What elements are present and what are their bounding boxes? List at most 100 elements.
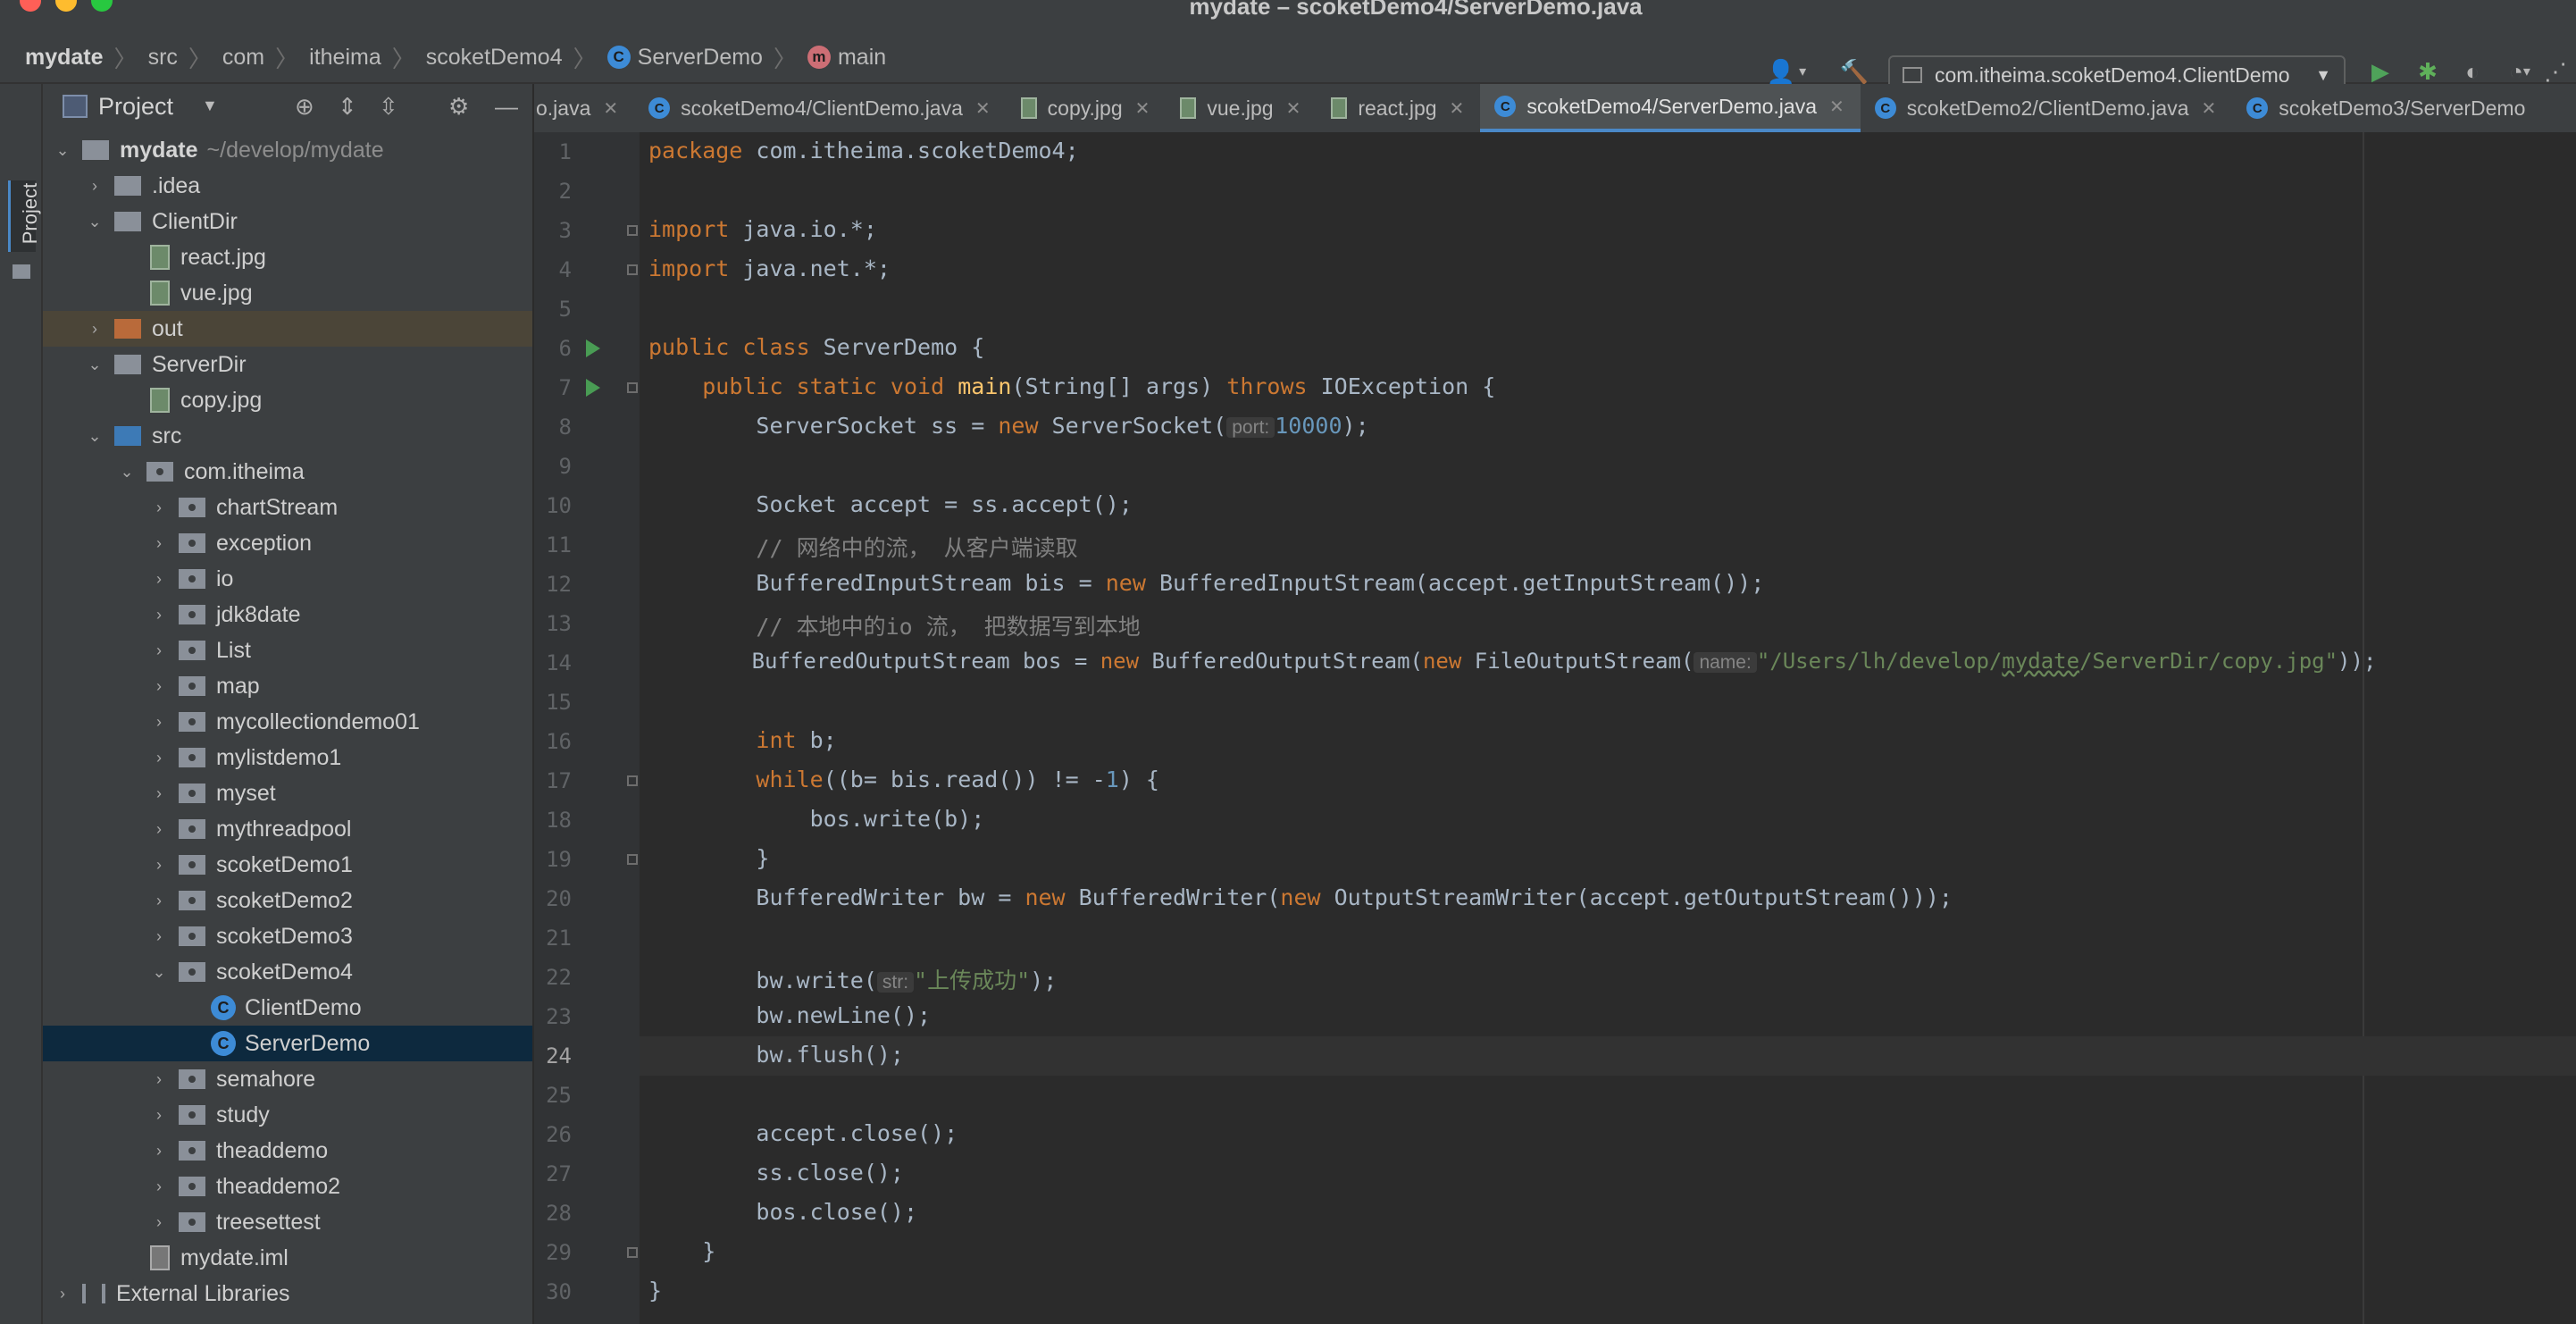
code-text[interactable]: import java.net.*; (648, 256, 891, 281)
chevron-right-icon[interactable]: › (150, 1070, 168, 1089)
code-text[interactable]: bos.write(b); (648, 806, 985, 832)
breadcrumb-com[interactable]: com (222, 45, 264, 71)
tree-item-serverdemo[interactable]: C ServerDemo (43, 1026, 532, 1061)
tree-item-package[interactable]: › jdk8date (43, 597, 532, 633)
tree-item-package[interactable]: › semahore (43, 1061, 532, 1097)
tree-item-package[interactable]: › exception (43, 525, 532, 561)
tab-editor-file[interactable]: copy.jpg ✕ (1007, 84, 1167, 132)
code-text[interactable]: BufferedOutputStream bos = new BufferedO… (648, 649, 2377, 674)
tree-item-package[interactable]: › map (43, 668, 532, 704)
tree-item-serverdir[interactable]: ⌄ ServerDir (43, 347, 532, 382)
chevron-down-icon[interactable]: ⌄ (118, 463, 136, 482)
tree-item-package[interactable]: › io (43, 561, 532, 597)
chevron-right-icon[interactable]: › (86, 320, 104, 339)
breadcrumb-itheima[interactable]: itheima (309, 45, 381, 71)
chevron-right-icon[interactable]: › (150, 534, 168, 553)
close-icon[interactable]: ✕ (1286, 97, 1301, 120)
run-method-icon[interactable] (586, 379, 600, 397)
fold-marker-icon[interactable] (627, 1247, 638, 1258)
code-text[interactable]: import java.io.*; (648, 216, 877, 242)
code-text[interactable]: ServerSocket ss = new ServerSocket(port:… (648, 413, 1368, 439)
chevron-down-icon[interactable]: ▼ (202, 96, 218, 115)
chevron-right-icon[interactable]: › (150, 1106, 168, 1125)
code-text[interactable]: while((b= bis.read()) != -1) { (648, 767, 1159, 792)
minimize-window-button[interactable] (55, 0, 77, 12)
code-text[interactable]: BufferedInputStream bis = new BufferedIn… (648, 570, 1764, 596)
tree-item-package[interactable]: › study (43, 1097, 532, 1133)
chevron-right-icon[interactable]: › (150, 677, 168, 696)
tree-item-package[interactable]: › theaddemo2 (43, 1169, 532, 1204)
tree-item-package[interactable]: › treesettest (43, 1204, 532, 1240)
code-text[interactable]: public class ServerDemo { (648, 334, 984, 360)
chevron-down-icon[interactable]: ⌄ (86, 427, 104, 446)
tree-item-package[interactable]: › List (43, 633, 532, 668)
code-text[interactable]: bw.flush(); (648, 1042, 904, 1068)
locate-icon[interactable]: ⊕ (295, 93, 314, 121)
chevron-right-icon[interactable]: › (150, 641, 168, 660)
breadcrumb-method[interactable]: m main (807, 45, 886, 71)
tree-item-package[interactable]: › theaddemo (43, 1133, 532, 1169)
chevron-right-icon[interactable]: › (150, 892, 168, 910)
code-text[interactable]: accept.close(); (648, 1120, 958, 1146)
code-text[interactable]: } (648, 1238, 715, 1264)
tree-item-mydate[interactable]: ⌄ mydate ~/develop/mydate (43, 132, 532, 168)
tree-item-external-libraries[interactable]: › External Libraries (43, 1276, 532, 1311)
tree-item-react-jpg[interactable]: react.jpg (43, 239, 532, 275)
chevron-right-icon[interactable]: › (150, 749, 168, 767)
tab-editor-file[interactable]: o.java ✕ (534, 84, 634, 132)
fold-marker-icon[interactable] (627, 854, 638, 865)
tree-item-copy-jpg[interactable]: copy.jpg (43, 382, 532, 418)
chevron-right-icon[interactable]: › (150, 570, 168, 589)
breadcrumb-src[interactable]: src (148, 45, 178, 71)
fold-marker-icon[interactable] (627, 264, 638, 275)
code-text[interactable]: bos.close(); (648, 1199, 917, 1225)
breadcrumb-project[interactable]: mydate (25, 45, 104, 71)
tree-item-package[interactable]: › scoketDemo2 (43, 883, 532, 918)
folder-icon[interactable] (13, 264, 30, 279)
code-text[interactable]: package com.itheima.scoketDemo4; (648, 138, 1079, 163)
tree-item-vue-jpg[interactable]: vue.jpg (43, 275, 532, 311)
tab-editor-file[interactable]: react.jpg ✕ (1317, 84, 1480, 132)
code-text[interactable]: } (648, 845, 769, 871)
tree-item-scoketdemo4[interactable]: ⌄ scoketDemo4 (43, 954, 532, 990)
chevron-right-icon[interactable]: › (150, 927, 168, 946)
code-text[interactable]: bw.write(str: "上传成功"); (648, 963, 1057, 995)
chevron-right-icon[interactable]: › (150, 713, 168, 732)
tree-item-mydate-iml[interactable]: mydate.iml (43, 1240, 532, 1276)
code-text[interactable]: } (648, 1278, 662, 1303)
chevron-right-icon[interactable]: › (150, 1142, 168, 1161)
fold-marker-icon[interactable] (627, 775, 638, 786)
close-icon[interactable]: ✕ (1450, 97, 1465, 120)
tree-item-idea[interactable]: › .idea (43, 168, 532, 204)
chevron-right-icon[interactable]: › (150, 856, 168, 875)
gear-icon[interactable]: ⚙ (448, 93, 469, 121)
tree-item-package[interactable]: › myset (43, 775, 532, 811)
code-text[interactable]: Socket accept = ss.accept(); (648, 491, 1132, 517)
zoom-window-button[interactable] (91, 0, 113, 12)
code-text[interactable]: BufferedWriter bw = new BufferedWriter(n… (648, 884, 1953, 910)
close-icon[interactable]: ✕ (1135, 97, 1150, 120)
tab-editor-file[interactable]: CscoketDemo2/ClientDemo.java ✕ (1861, 84, 2233, 132)
chevron-right-icon[interactable]: › (150, 1177, 168, 1196)
project-tool-tab[interactable]: Project (8, 180, 41, 252)
tree-item-package[interactable]: › scoketDemo3 (43, 918, 532, 954)
close-icon[interactable]: ✕ (1829, 96, 1844, 118)
fold-marker-icon[interactable] (627, 225, 638, 236)
collapse-all-icon[interactable]: ⇳ (379, 93, 398, 121)
run-class-icon[interactable] (586, 339, 600, 357)
tree-item-package[interactable]: › scoketDemo1 (43, 847, 532, 883)
chevron-down-icon[interactable]: ⌄ (86, 213, 104, 231)
tree-item-package[interactable]: › mythreadpool (43, 811, 532, 847)
fold-marker-icon[interactable] (627, 382, 638, 393)
tab-editor-file-active[interactable]: CscoketDemo4/ServerDemo.java ✕ (1480, 84, 1861, 132)
code-text[interactable]: // 网络中的流， 从客户端读取 (648, 531, 1077, 563)
chevron-right-icon[interactable]: › (86, 177, 104, 196)
breadcrumb-package[interactable]: scoketDemo4 (426, 45, 563, 71)
chevron-right-icon[interactable]: › (150, 606, 168, 624)
chevron-right-icon[interactable]: › (150, 784, 168, 803)
breadcrumb-class[interactable]: C ServerDemo (606, 45, 763, 71)
chevron-down-icon[interactable]: ⌄ (86, 356, 104, 374)
close-icon[interactable]: ✕ (603, 97, 618, 120)
close-window-button[interactable] (20, 0, 41, 12)
code-text[interactable]: ss.close(); (648, 1160, 904, 1186)
